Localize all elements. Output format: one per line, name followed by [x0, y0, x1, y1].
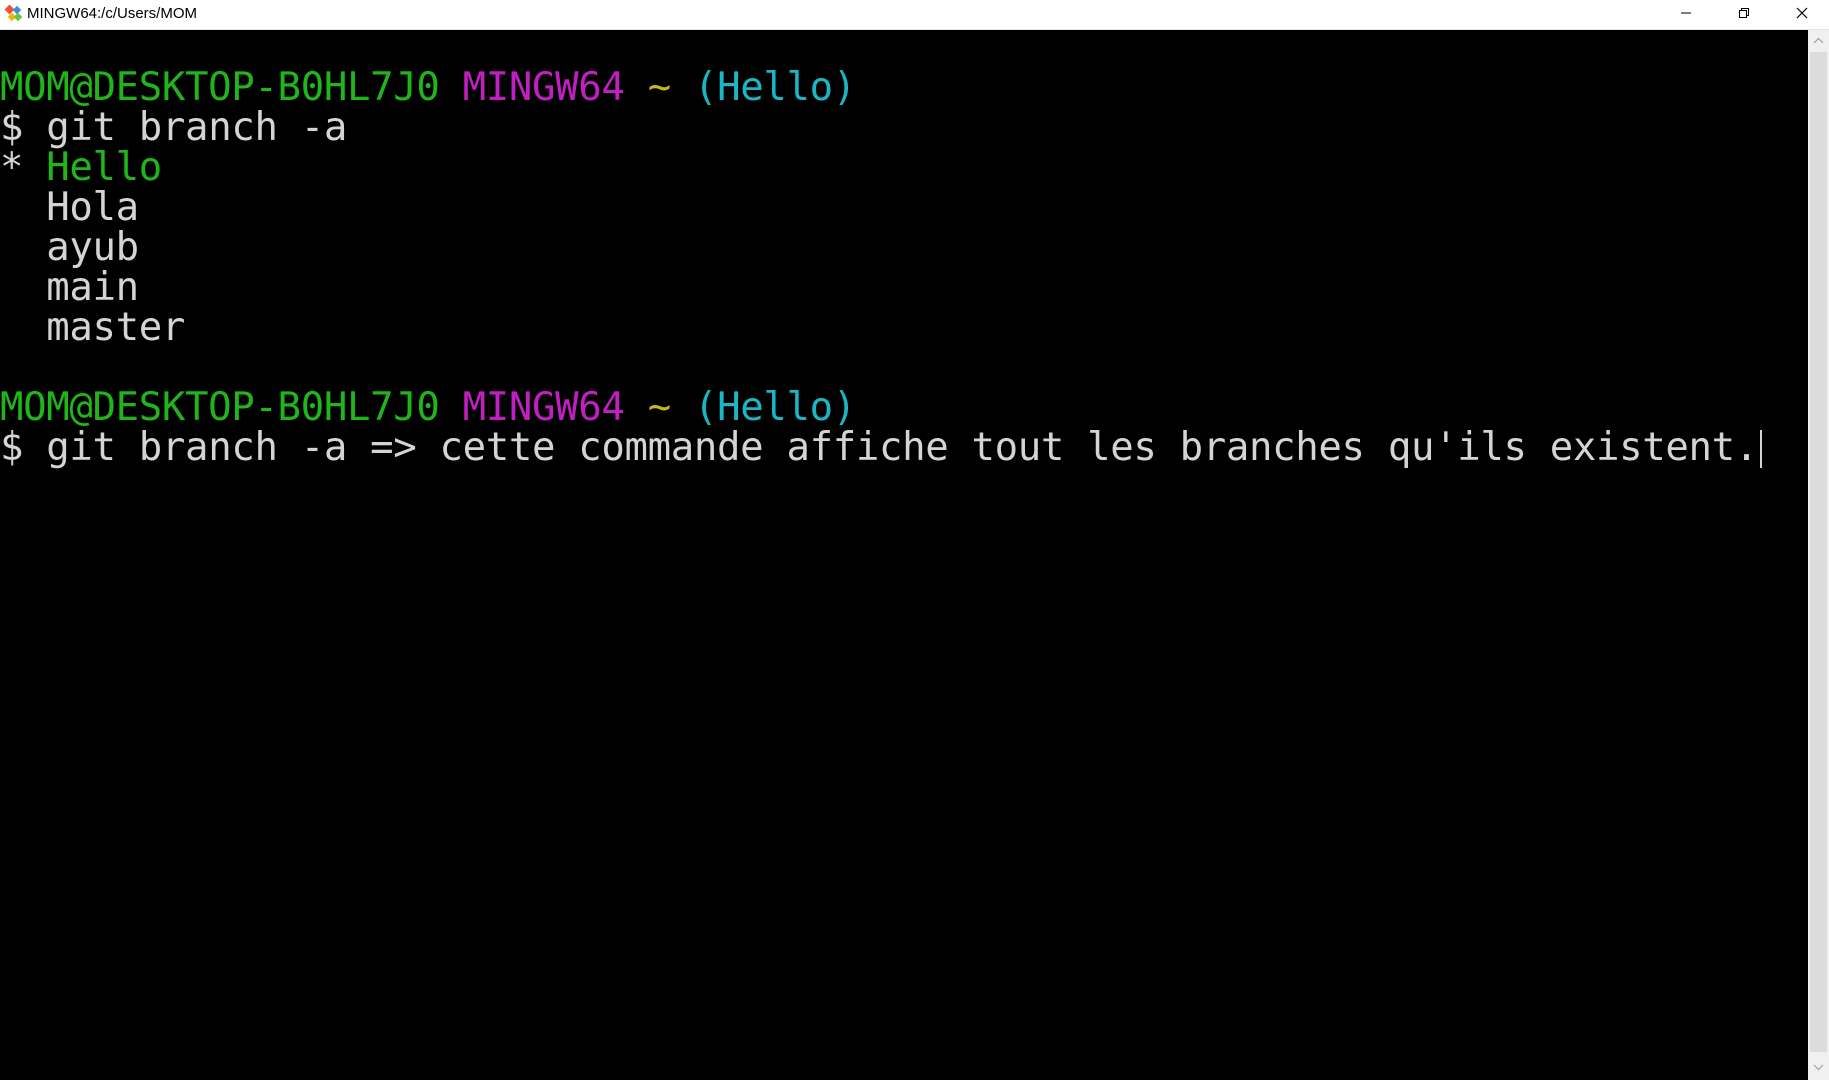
scroll-down-icon[interactable]	[1812, 1061, 1825, 1074]
command-input-text[interactable]: git branch -a => cette commande affiche …	[46, 425, 1758, 470]
branch-name: ayub	[46, 225, 139, 270]
prompt-branch: (Hello)	[693, 65, 856, 110]
prompt-shell: MINGW64	[462, 65, 625, 110]
title-bar[interactable]: MINGW64:/c/Users/MOM	[0, 0, 1829, 30]
current-branch-marker: *	[0, 145, 24, 190]
branch-name: master	[46, 305, 186, 350]
restore-icon	[1738, 6, 1750, 23]
minimize-icon	[1680, 6, 1692, 23]
minimize-button[interactable]	[1657, 0, 1715, 29]
scroll-up-icon[interactable]	[1812, 34, 1825, 47]
command-text: git branch -a	[46, 105, 347, 150]
branch-item: Hola	[0, 188, 139, 228]
text-cursor	[1759, 430, 1762, 468]
restore-button[interactable]	[1715, 0, 1773, 29]
branch-name: Hola	[46, 185, 139, 230]
branch-name: Hello	[46, 145, 162, 190]
scrollbar-thumb[interactable]	[1810, 52, 1827, 1052]
close-icon	[1796, 6, 1808, 23]
branch-item: ayub	[0, 228, 139, 268]
branch-name: main	[46, 265, 139, 310]
prompt-user-host: MOM@DESKTOP-B0HL7J0	[0, 385, 440, 430]
branch-item: master	[0, 308, 185, 348]
prompt-path: ~	[647, 385, 671, 430]
prompt-symbol: $	[0, 105, 24, 150]
prompt-user-host: MOM@DESKTOP-B0HL7J0	[0, 65, 440, 110]
prompt-symbol: $	[0, 425, 24, 470]
prompt-line: MOM@DESKTOP-B0HL7J0 MINGW64 ~ (Hello)	[0, 388, 856, 428]
prompt-branch: (Hello)	[693, 385, 856, 430]
close-button[interactable]	[1773, 0, 1829, 29]
branch-item-current: * Hello	[0, 148, 162, 188]
window-title: MINGW64:/c/Users/MOM	[27, 5, 198, 22]
terminal-output[interactable]: MOM@DESKTOP-B0HL7J0 MINGW64 ~ (Hello) $ …	[0, 30, 1808, 1080]
command-input-line[interactable]: $ git branch -a => cette commande affich…	[0, 428, 1762, 468]
command-line: $ git branch -a	[0, 108, 347, 148]
prompt-path: ~	[647, 65, 671, 110]
prompt-line: MOM@DESKTOP-B0HL7J0 MINGW64 ~ (Hello)	[0, 68, 856, 108]
branch-item: main	[0, 268, 139, 308]
vertical-scrollbar[interactable]	[1808, 30, 1829, 1080]
prompt-shell: MINGW64	[462, 385, 625, 430]
git-bash-icon[interactable]	[4, 4, 24, 24]
